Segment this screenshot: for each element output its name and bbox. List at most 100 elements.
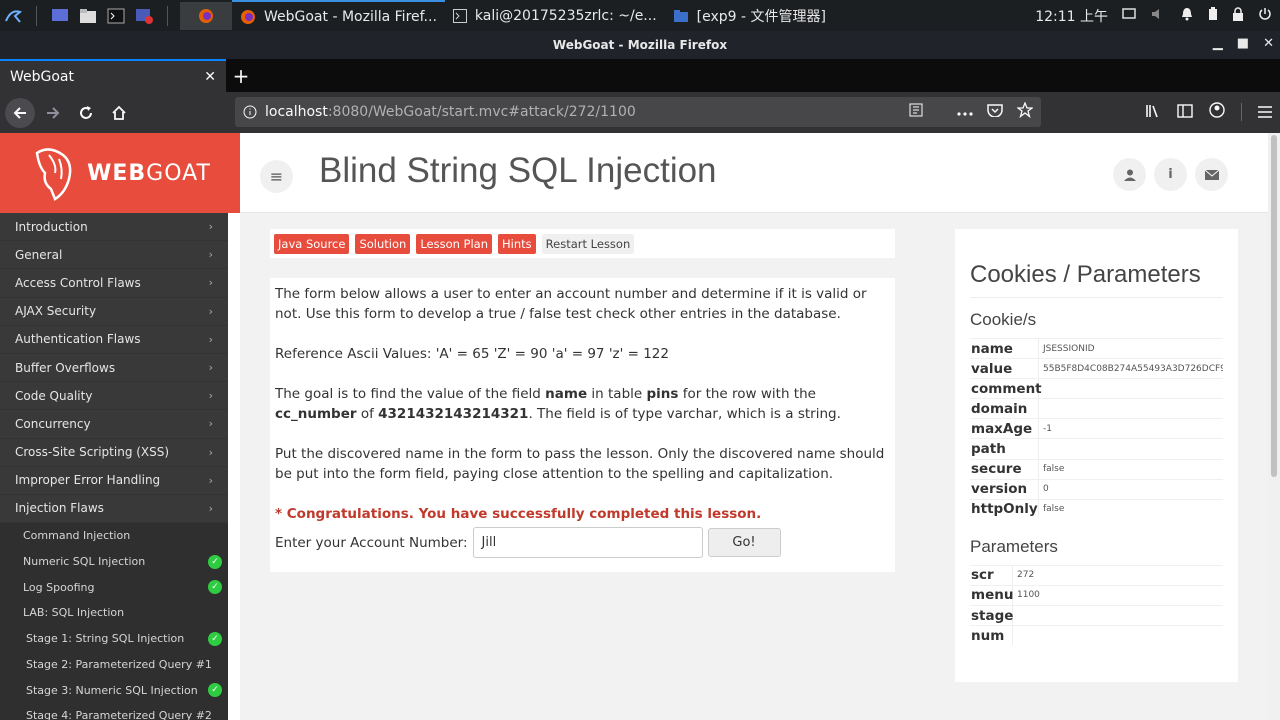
minimize-icon[interactable]: ▁ [1213, 36, 1223, 51]
desktop-icon[interactable] [49, 5, 71, 27]
cookies-title: Cookies / Parameters [970, 261, 1223, 298]
home-button[interactable] [104, 98, 134, 128]
sidebar-lesson-label: Numeric SQL Injection [23, 555, 146, 569]
forward-button[interactable] [38, 98, 68, 128]
page-actions-icon[interactable] [957, 104, 973, 120]
java-source-button[interactable]: Java Source [274, 233, 350, 254]
firefox-icon [241, 9, 255, 24]
account-number-input[interactable]: Jill [472, 527, 703, 558]
nav-toolbar: localhost:8080/WebGoat/start.mvc#attack/… [0, 92, 1280, 133]
sidebar-lesson-item[interactable]: Log Spoofing ✓ [0, 574, 228, 601]
go-button[interactable]: Go! [707, 528, 781, 557]
user-button[interactable] [1113, 158, 1146, 191]
row-key: path [970, 439, 1039, 459]
account-number-label: Enter your Account Number: [275, 534, 468, 551]
sidebar-category[interactable]: Authentication Flaws › [0, 326, 228, 354]
maximize-icon[interactable]: ■ [1237, 36, 1249, 51]
sidebar-lesson-item[interactable]: Numeric SQL Injection ✓ [0, 548, 228, 575]
row-value: 55B5F8D4C08B274A55493A3D726DCF90 [1043, 363, 1223, 374]
task-file-manager[interactable]: [exp9 - 文件管理器] [665, 0, 834, 31]
lesson-main: Java Source Solution Lesson Plan Hints R… [240, 213, 1268, 720]
key-value-row: stage [970, 605, 1223, 626]
clock[interactable]: 12:11 上午 [1035, 6, 1108, 26]
hints-button[interactable]: Hints [498, 233, 536, 254]
pocket-icon[interactable] [987, 103, 1003, 121]
terminal-icon [452, 8, 467, 23]
screenshot-app-icon[interactable] [133, 5, 155, 27]
row-value: 0 [1043, 484, 1049, 495]
key-value-row: maxAge -1 [970, 418, 1223, 439]
volume-icon[interactable] [1150, 7, 1166, 25]
close-window-icon[interactable]: ✕ [1263, 36, 1274, 51]
key-value-row: comment [970, 378, 1223, 399]
sidebar-category-label: AJAX Security [15, 304, 97, 319]
url-bar[interactable]: localhost:8080/WebGoat/start.mvc#attack/… [235, 97, 1041, 127]
sidebar-category[interactable]: Improper Error Handling › [0, 467, 228, 495]
row-value: JSESSIONID [1043, 343, 1095, 354]
reload-button[interactable] [71, 98, 101, 128]
completed-check-icon: ✓ [208, 580, 222, 595]
lock-icon[interactable] [1232, 6, 1244, 25]
chevron-right-icon: › [208, 248, 213, 262]
file-manager-icon[interactable] [77, 5, 99, 27]
sidebar-lesson-item[interactable]: Command Injection [0, 523, 228, 549]
sidebar-category[interactable]: Code Quality › [0, 382, 228, 411]
sidebar-category-label: Cross-Site Scripting (XSS) [15, 445, 170, 460]
tab-title: WebGoat [10, 68, 75, 85]
goat-logo-icon [35, 148, 72, 201]
sidebar-category[interactable]: Introduction › [0, 213, 228, 242]
bookmark-star-icon[interactable] [1016, 101, 1034, 122]
sidebar-lesson-item[interactable]: Stage 1: String SQL Injection ✓ [0, 625, 228, 652]
page-scrollbar[interactable] [1268, 133, 1280, 720]
lesson-plan-button[interactable]: Lesson Plan [416, 233, 493, 254]
terminal-icon[interactable] [105, 5, 127, 27]
ascii-reference: Reference Ascii Values: 'A' = 65 'Z' = 9… [275, 346, 669, 362]
account-icon[interactable] [1209, 102, 1225, 122]
info-button[interactable]: i [1154, 158, 1187, 191]
sidebar-lesson-item[interactable]: Stage 3: Numeric SQL Injection ✓ [0, 677, 228, 703]
key-value-row: secure false [970, 458, 1223, 479]
display-icon[interactable] [1122, 7, 1136, 24]
sidebar-lesson-label: LAB: SQL Injection [23, 606, 125, 620]
firefox-launcher-icon[interactable] [180, 1, 232, 30]
power-icon[interactable] [1258, 7, 1272, 25]
solution-button[interactable]: Solution [355, 233, 411, 254]
task-terminal[interactable]: kali@20175235zrlc: ~/e... [445, 0, 665, 31]
menu-icon[interactable] [1258, 103, 1272, 122]
sidebar-toggle-icon[interactable] [1177, 103, 1193, 122]
battery-icon[interactable] [1208, 6, 1218, 25]
chevron-right-icon: › [208, 473, 213, 487]
scrollbar-thumb[interactable] [1271, 135, 1277, 477]
new-tab-button[interactable]: + [228, 59, 254, 92]
parameters-heading: Parameters [970, 536, 1058, 556]
browser-tab[interactable]: WebGoat ✕ [0, 59, 226, 92]
sidebar-category[interactable]: Concurrency › [0, 410, 228, 439]
site-info-icon[interactable] [235, 105, 265, 119]
hamburger-menu-button[interactable]: ≡ [260, 160, 293, 193]
notification-bell-icon[interactable] [1180, 7, 1194, 25]
sidebar-lesson-item[interactable]: Stage 4: Parameterized Query #2 [0, 702, 228, 720]
sidebar-category[interactable]: Injection Flaws › [0, 495, 228, 524]
sidebar-category[interactable]: Access Control Flaws › [0, 269, 228, 298]
reader-view-icon[interactable] [909, 103, 923, 121]
restart-lesson-button[interactable]: Restart Lesson [541, 233, 635, 254]
page-viewport: WEBGOAT Introduction › General › Access Cont… [0, 133, 1280, 720]
folder-icon [673, 9, 688, 22]
sidebar-category[interactable]: AJAX Security › [0, 298, 228, 326]
mail-button[interactable] [1195, 158, 1228, 191]
chevron-right-icon: › [208, 389, 213, 403]
sidebar-lesson-item[interactable]: LAB: SQL Injection [0, 600, 228, 626]
back-button[interactable] [5, 97, 35, 128]
info-icon: i [1168, 167, 1173, 182]
sidebar-lesson-item[interactable]: Stage 2: Parameterized Query #1 [0, 651, 228, 678]
library-icon[interactable] [1145, 103, 1161, 122]
kali-menu-icon[interactable] [2, 5, 24, 27]
webgoat-logo[interactable]: WEBGOAT [0, 133, 240, 213]
close-tab-icon[interactable]: ✕ [204, 69, 216, 85]
url-text[interactable]: localhost:8080/WebGoat/start.mvc#attack/… [265, 104, 909, 120]
chevron-right-icon: › [208, 361, 213, 375]
task-firefox[interactable]: WebGoat - Mozilla Firef... [232, 0, 445, 31]
sidebar-category[interactable]: General › [0, 241, 228, 270]
sidebar-category[interactable]: Buffer Overflows › [0, 354, 228, 383]
sidebar-category[interactable]: Cross-Site Scripting (XSS) › [0, 439, 228, 467]
